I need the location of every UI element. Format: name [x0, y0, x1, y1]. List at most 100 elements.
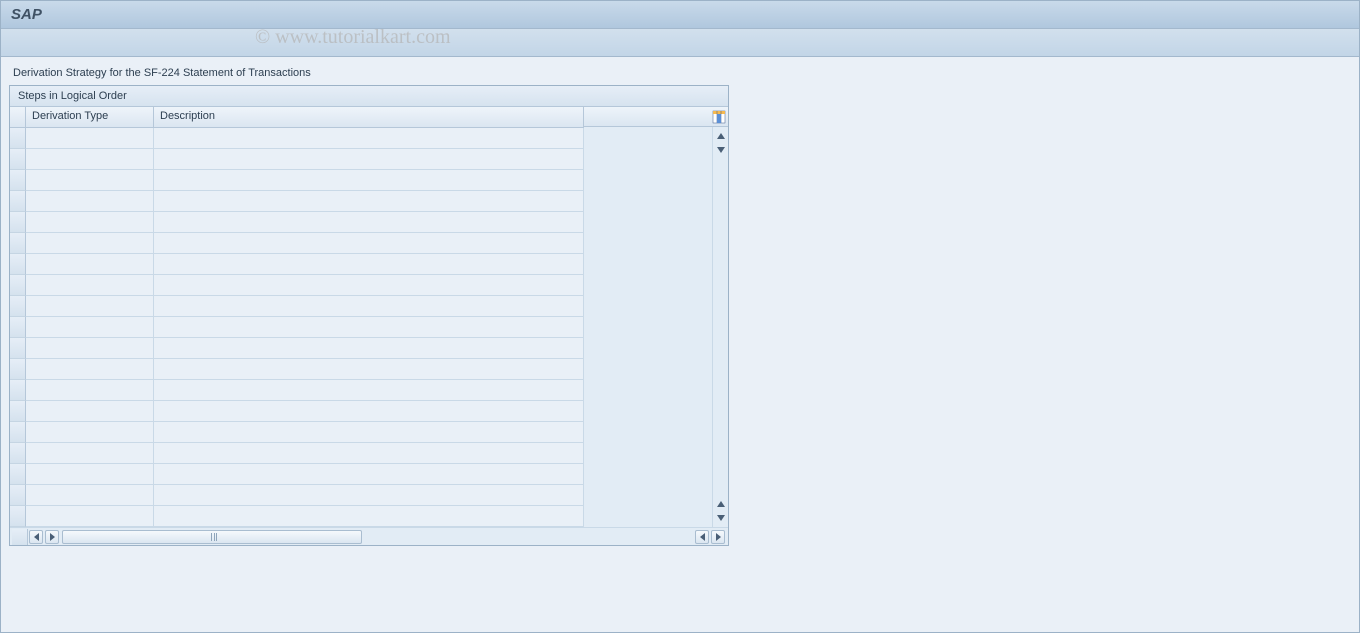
cell-derivation-type[interactable]	[26, 317, 154, 338]
cell-description[interactable]	[154, 317, 584, 338]
cell-description[interactable]	[154, 380, 584, 401]
row-selector[interactable]	[10, 191, 26, 212]
row-selector[interactable]	[10, 170, 26, 191]
cell-derivation-type[interactable]	[26, 359, 154, 380]
row-selector[interactable]	[10, 338, 26, 359]
cell-description[interactable]	[154, 359, 584, 380]
row-selector[interactable]	[10, 485, 26, 506]
table-row[interactable]	[10, 506, 584, 527]
table-row[interactable]	[10, 359, 584, 380]
row-selector[interactable]	[10, 233, 26, 254]
cell-description[interactable]	[154, 443, 584, 464]
cell-derivation-type[interactable]	[26, 296, 154, 317]
cell-description[interactable]	[154, 128, 584, 149]
cell-derivation-type[interactable]	[26, 191, 154, 212]
row-selector[interactable]	[10, 128, 26, 149]
table-row[interactable]	[10, 422, 584, 443]
cell-description[interactable]	[154, 506, 584, 527]
table-row[interactable]	[10, 275, 584, 296]
cell-derivation-type[interactable]	[26, 401, 154, 422]
horizontal-scrollbar-row	[10, 527, 728, 545]
hscroll-left-start[interactable]	[29, 530, 43, 544]
table-right-body	[584, 127, 728, 527]
table-row[interactable]	[10, 212, 584, 233]
row-selector[interactable]	[10, 296, 26, 317]
hscroll-right-end[interactable]	[711, 530, 725, 544]
select-all-column[interactable]	[10, 107, 26, 127]
cell-derivation-type[interactable]	[26, 422, 154, 443]
column-header-description[interactable]: Description	[154, 107, 584, 127]
cell-description[interactable]	[154, 254, 584, 275]
cell-derivation-type[interactable]	[26, 275, 154, 296]
table-settings-icon[interactable]	[712, 110, 726, 124]
cell-description[interactable]	[154, 338, 584, 359]
row-selector[interactable]	[10, 422, 26, 443]
cell-derivation-type[interactable]	[26, 338, 154, 359]
cell-description[interactable]	[154, 422, 584, 443]
cell-derivation-type[interactable]	[26, 149, 154, 170]
table-row[interactable]	[10, 149, 584, 170]
row-selector[interactable]	[10, 212, 26, 233]
cell-derivation-type[interactable]	[26, 170, 154, 191]
cell-description[interactable]	[154, 170, 584, 191]
table-main: Derivation Type Description	[10, 107, 584, 527]
scroll-down-button[interactable]	[714, 143, 728, 157]
cell-description[interactable]	[154, 296, 584, 317]
table-row[interactable]	[10, 317, 584, 338]
cell-description[interactable]	[154, 191, 584, 212]
cell-derivation-type[interactable]	[26, 380, 154, 401]
table-body	[10, 128, 584, 527]
table-right-header	[584, 107, 728, 127]
cell-description[interactable]	[154, 212, 584, 233]
row-selector[interactable]	[10, 359, 26, 380]
cell-derivation-type[interactable]	[26, 506, 154, 527]
table-row[interactable]	[10, 443, 584, 464]
hscroll-thumb[interactable]	[211, 533, 217, 541]
table-right-area	[584, 107, 728, 527]
cell-description[interactable]	[154, 275, 584, 296]
scroll-down-button-bottom[interactable]	[714, 511, 728, 525]
cell-description[interactable]	[154, 233, 584, 254]
scroll-up-button-bottom[interactable]	[714, 497, 728, 511]
table-header-row: Derivation Type Description	[10, 107, 584, 128]
row-selector[interactable]	[10, 506, 26, 527]
table-row[interactable]	[10, 254, 584, 275]
table-row[interactable]	[10, 338, 584, 359]
row-selector[interactable]	[10, 317, 26, 338]
cell-derivation-type[interactable]	[26, 233, 154, 254]
hscroll-left[interactable]	[45, 530, 59, 544]
column-header-derivation-type[interactable]: Derivation Type	[26, 107, 154, 127]
hscroll-track[interactable]	[62, 530, 362, 544]
table-row[interactable]	[10, 191, 584, 212]
cell-description[interactable]	[154, 149, 584, 170]
table-row[interactable]	[10, 485, 584, 506]
cell-description[interactable]	[154, 401, 584, 422]
cell-derivation-type[interactable]	[26, 212, 154, 233]
cell-derivation-type[interactable]	[26, 464, 154, 485]
hscroll-selector-corner	[12, 529, 28, 545]
row-selector[interactable]	[10, 275, 26, 296]
row-selector[interactable]	[10, 464, 26, 485]
cell-derivation-type[interactable]	[26, 443, 154, 464]
row-selector[interactable]	[10, 401, 26, 422]
row-selector[interactable]	[10, 149, 26, 170]
table-row[interactable]	[10, 296, 584, 317]
scroll-up-button[interactable]	[714, 129, 728, 143]
cell-description[interactable]	[154, 464, 584, 485]
hscroll-right[interactable]	[695, 530, 709, 544]
table-row[interactable]	[10, 170, 584, 191]
vertical-scrollbar[interactable]	[712, 127, 728, 527]
cell-derivation-type[interactable]	[26, 128, 154, 149]
cell-description[interactable]	[154, 485, 584, 506]
cell-derivation-type[interactable]	[26, 254, 154, 275]
table-row[interactable]	[10, 233, 584, 254]
title-bar: SAP	[1, 1, 1359, 29]
table-row[interactable]	[10, 401, 584, 422]
row-selector[interactable]	[10, 254, 26, 275]
row-selector[interactable]	[10, 380, 26, 401]
table-row[interactable]	[10, 380, 584, 401]
cell-derivation-type[interactable]	[26, 485, 154, 506]
row-selector[interactable]	[10, 443, 26, 464]
table-row[interactable]	[10, 464, 584, 485]
table-row[interactable]	[10, 128, 584, 149]
